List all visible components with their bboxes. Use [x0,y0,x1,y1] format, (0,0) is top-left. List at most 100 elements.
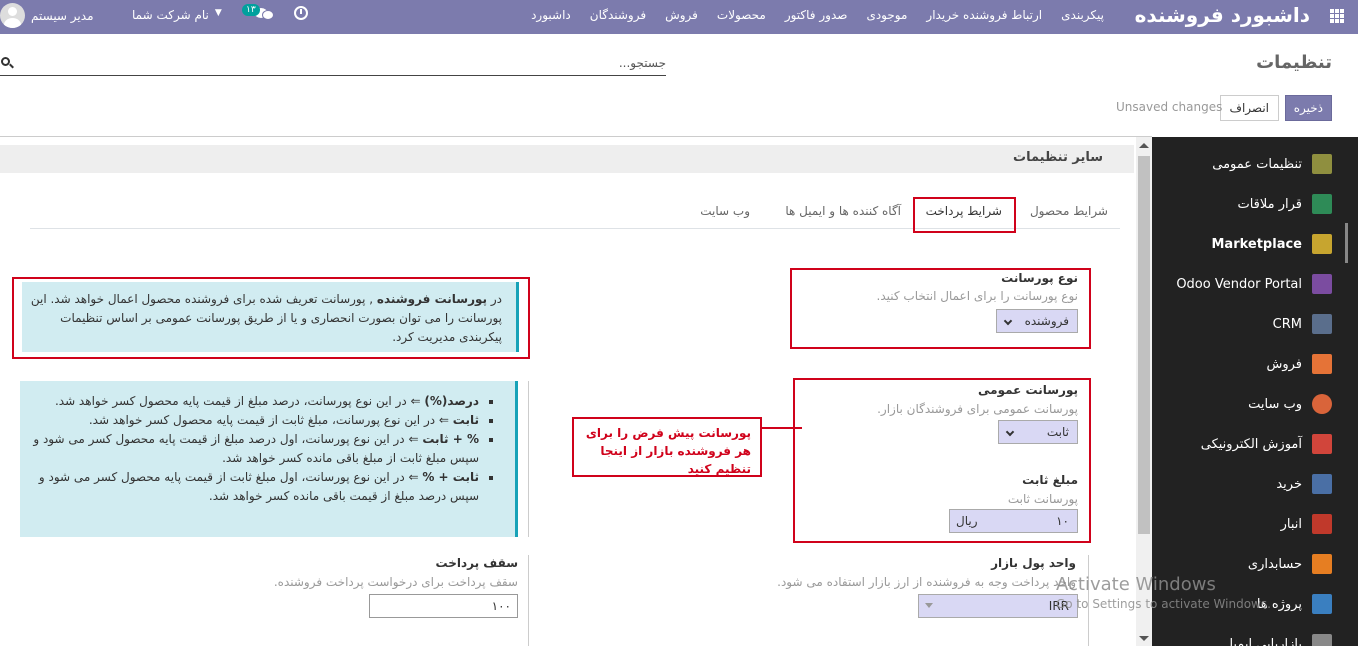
tab-product-terms[interactable]: شرایط محصول [1030,204,1108,218]
section-title: سایر تنظیمات [1013,150,1103,165]
sidebar-item-crm[interactable]: CRM [1273,314,1332,334]
section-header: سایر تنظیمات [0,145,1134,173]
fixed-amount-label: مبلغ ثابت [1022,473,1078,487]
menu-item-seller-buyer[interactable]: ارتباط فروشنده خریدار [926,8,1042,22]
sidebar-item-sales[interactable]: فروش [1266,354,1332,374]
marketplace-currency-select[interactable]: IRR [918,594,1078,618]
chat-count-badge: ۱۳ [242,4,260,16]
payment-limit-label: سقف پرداخت [435,556,519,570]
globe-icon [1312,394,1332,414]
sidebar-item-purchase[interactable]: خرید [1276,474,1332,494]
divider [528,381,529,537]
commission-types-list: درصد(%) ⇐ در این نوع پورسانت، درصد مبلغ … [33,392,493,506]
box-icon [1312,514,1332,534]
fixed-amount-input[interactable]: ۱۰ ریال [949,509,1078,533]
menu-item-invoicing[interactable]: صدور فاکتور [785,8,848,22]
payment-limit-value: ۱۰۰ [491,599,511,613]
commission-info-alert: در پورسانت فروشنده , پورسانت تعریف شده ب… [22,282,519,352]
portal-icon [1312,274,1332,294]
puzzle-icon [1312,594,1332,614]
annotation-callout: پورسانت پیش فرض را برای هر فروشنده بازار… [572,417,762,477]
menu-item-dashboard[interactable]: داشبورد [531,8,571,22]
search-bar [0,52,666,76]
sidebar-item-marketplace[interactable]: Marketplace [1211,234,1332,254]
marketplace-currency-help: واحد پرداخت وجه به فروشنده از ارز بازار … [777,575,1076,589]
top-navbar: داشبورد فروشنده داشبورد فروشندگان فروش م… [0,0,1358,34]
sidebar-scroll-indicator[interactable] [1345,223,1348,263]
menu-item-sales[interactable]: فروش [665,8,698,22]
save-button[interactable]: ذخیره [1284,95,1332,121]
sidebar-item-vendor-portal[interactable]: Odoo Vendor Portal [1176,274,1332,294]
tab-website[interactable]: وب سایت [700,204,750,218]
menu-item-inventory[interactable]: موجودی [866,8,907,22]
search-icon[interactable] [1,57,10,66]
sidebar-item-website[interactable]: وب سایت [1248,394,1332,414]
tab-notifiers-emails[interactable]: آگاه کننده ها و ایمیل ها [785,204,901,218]
commission-type-select[interactable]: فروشنده [996,309,1078,333]
activity-clock-icon[interactable] [294,6,308,20]
windows-activation-watermark: Activate Windows Go to Settings to activ… [1056,574,1271,611]
sidebar-item-elearning[interactable]: آموزش الکترونیکی [1201,434,1332,454]
tab-highlight-box [913,197,1016,233]
commission-type-label: نوع پورسانت [1001,271,1078,285]
fixed-amount-help: پورسانت ثابت [1007,492,1078,506]
purchase-icon [1312,474,1332,494]
search-input[interactable] [46,52,666,74]
chevron-down-icon [1005,427,1015,437]
sidebar-item-inventory[interactable]: انبار [1281,514,1332,534]
apps-grid-icon[interactable] [1330,9,1344,23]
sidebar-item-general-settings[interactable]: تنظیمات عمومی [1212,154,1332,174]
menu-item-configuration[interactable]: پیکربندی [1061,8,1104,22]
page-title: تنظیمات [1256,52,1332,73]
avatar [0,3,25,28]
list-item: % + ثابت ⇐ در این نوع پورسانت، اول درصد … [33,430,479,468]
divider [528,555,529,646]
company-name: نام شرکت شما [132,8,209,22]
sidebar-item-accounting[interactable]: حسابداری [1248,554,1332,574]
user-menu[interactable]: مدیر سیستم [0,3,94,28]
scroll-up-icon[interactable] [1139,143,1149,148]
company-switcher[interactable]: نام شرکت شما ▼ [132,8,222,22]
global-commission-help: پورسانت عمومی برای فروشندگان بازار. [877,402,1078,416]
chevron-down-icon [1003,316,1013,326]
menu-item-products[interactable]: محصولات [717,8,766,22]
global-commission-select[interactable]: ثابت [998,420,1078,444]
menu-item-vendors[interactable]: فروشندگان [590,8,646,22]
commission-info-text: در پورسانت فروشنده , پورسانت تعریف شده ب… [30,292,502,344]
fixed-amount-value: ۱۰ [1056,514,1069,528]
global-commission-value: ثابت [1046,425,1069,439]
handshake-icon [1312,314,1332,334]
settings-sidebar: تنظیمات عمومی قرار ملاقات Marketplace Od… [1152,137,1358,646]
brand-title[interactable]: داشبورد فروشنده [1135,3,1310,27]
content-scrollbar[interactable] [1136,137,1152,646]
commission-info-bold: پورسانت فروشنده [376,292,488,306]
user-name: مدیر سیستم [31,8,94,23]
main-menu: داشبورد فروشندگان فروش محصولات صدور فاکت… [531,8,1104,22]
commission-type-help: نوع پورسانت را برای اعمال انتخاب کنید. [876,289,1078,303]
settings-content: سایر تنظیمات شرایط محصول شرایط پرداخت آگ… [0,137,1152,646]
sidebar-item-appointments[interactable]: قرار ملاقات [1237,194,1332,214]
invoice-icon [1312,554,1332,574]
elearning-icon [1312,434,1332,454]
payment-limit-help: سقف پرداخت برای درخواست پرداخت فروشنده. [273,575,518,589]
caret-down-icon [925,603,933,608]
sidebar-item-email-marketing[interactable]: بازاریابی ایمیل [1224,634,1332,646]
unsaved-changes-text: Unsaved changes [1116,100,1223,114]
currency-label: ریال [956,514,978,528]
commission-type-value: فروشنده [1024,314,1069,328]
scroll-down-icon[interactable] [1139,636,1149,641]
store-icon [1312,234,1332,254]
watermark-line-1: Activate Windows [1056,574,1216,595]
commission-types-alert: درصد(%) ⇐ در این نوع پورسانت، درصد مبلغ … [20,381,518,537]
callout-connector [762,427,802,429]
chart-icon [1312,354,1332,374]
payment-limit-input[interactable]: ۱۰۰ [369,594,518,618]
marketplace-currency-label: واحد پول بازار [991,556,1076,570]
list-item: ثابت ⇐ در این نوع پورسانت، مبلغ ثابت از … [33,411,479,430]
mail-icon [1312,634,1332,646]
calendar-icon [1312,194,1332,214]
scroll-thumb[interactable] [1138,156,1150,534]
gear-icon [1312,154,1332,174]
list-item: درصد(%) ⇐ در این نوع پورسانت، درصد مبلغ … [33,392,479,411]
cancel-button[interactable]: انصراف [1219,95,1279,121]
